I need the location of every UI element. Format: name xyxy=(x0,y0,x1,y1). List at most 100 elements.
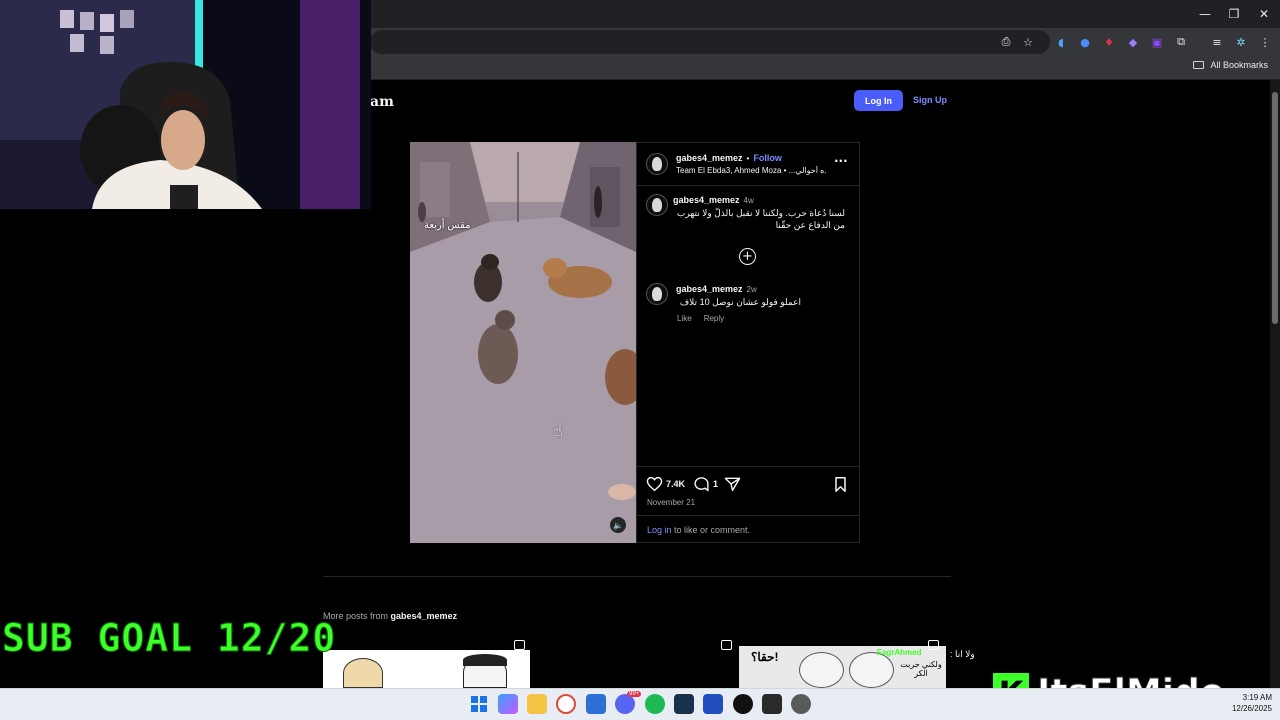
more-post-thumb-3[interactable]: حقا؟! FagrAhmed ولكني جربت الكر xyxy=(739,634,946,688)
protonvpn-icon[interactable] xyxy=(703,694,723,714)
scrollbar-thumb[interactable] xyxy=(1272,92,1278,324)
post-author-row: gabes4_memez • Follow xyxy=(676,153,782,163)
minimize-button[interactable]: — xyxy=(1190,0,1220,28)
footer-divider xyxy=(637,515,859,516)
extensions-puzzle-icon[interactable]: ⧉ xyxy=(1171,32,1191,52)
post-video[interactable]: مقس أربعة 🔈 xyxy=(410,142,636,543)
file-explorer-icon[interactable] xyxy=(527,694,547,714)
comment-meta: gabes4_memez 2w xyxy=(676,284,757,294)
extension-audio-icon[interactable]: ◖ xyxy=(1051,32,1071,52)
bookmark-icon[interactable] xyxy=(834,477,847,492)
like-count: 7.4K xyxy=(666,479,686,489)
mute-toggle-icon[interactable]: 🔈 xyxy=(610,517,626,533)
author-username[interactable]: gabes4_memez xyxy=(676,153,743,163)
login-button[interactable]: Log In xyxy=(854,90,903,111)
more-posts-heading: More posts from gabes4_memez xyxy=(323,611,457,621)
more-post-thumb-1[interactable] xyxy=(323,634,530,688)
actions-divider xyxy=(637,466,859,467)
all-bookmarks-label: All Bookmarks xyxy=(1210,60,1268,70)
login-prompt: Log in to like or comment. xyxy=(647,525,750,535)
comment-bubble-icon[interactable] xyxy=(693,476,710,492)
share-paper-plane-icon[interactable] xyxy=(724,476,741,492)
thumb-3-speech-2: ولكني جربت الكر xyxy=(900,660,942,678)
thumb-3-watermark: FagrAhmed xyxy=(877,648,922,657)
share-action[interactable] xyxy=(724,476,741,492)
comment-actions: Like Reply xyxy=(677,314,724,323)
caption-age: 4w xyxy=(743,195,754,205)
folder-icon xyxy=(1193,61,1205,69)
bookmark-star-icon[interactable]: ☆ xyxy=(1018,32,1038,52)
save-action[interactable] xyxy=(834,477,847,497)
comment-username[interactable]: gabes4_memez xyxy=(676,284,743,294)
load-more-comments-icon[interactable]: + xyxy=(739,248,756,265)
login-prompt-link[interactable]: Log in xyxy=(647,525,672,535)
reel-icon-3 xyxy=(928,640,939,650)
spotify-icon[interactable] xyxy=(645,694,665,714)
more-posts-divider xyxy=(323,576,951,577)
meme-caption-text: ولا انا : xyxy=(950,649,975,659)
site-logo[interactable]: am xyxy=(370,94,394,110)
restore-button[interactable]: ❐ xyxy=(1219,0,1249,28)
profile-icon[interactable]: ✲ xyxy=(1231,32,1251,52)
post-date: November 21 xyxy=(647,498,696,507)
extension-translate-icon[interactable]: ● xyxy=(1075,32,1095,52)
extension-twitch-icon[interactable]: ▣ xyxy=(1147,32,1167,52)
taskbar-clock[interactable]: 3:19 AM 12/26/2025 xyxy=(1226,692,1272,714)
reel-icon-2 xyxy=(721,640,732,650)
address-bar[interactable] xyxy=(370,30,1050,54)
extension-red-icon[interactable]: ♦ xyxy=(1099,32,1119,52)
settings-gear-icon[interactable] xyxy=(791,694,811,714)
windows-start-icon[interactable] xyxy=(469,694,489,714)
reel-icon-1 xyxy=(514,640,525,650)
copilot-icon[interactable] xyxy=(498,694,518,714)
audio-attribution[interactable]: Team El Ebda3, Ahmed Moza • ...ده أحوالي xyxy=(676,166,826,175)
separator-dot: • xyxy=(746,153,750,163)
more-options-icon[interactable]: ··· xyxy=(834,154,848,168)
hand-cursor-icon: ☝ xyxy=(553,421,563,440)
epic-games-icon[interactable] xyxy=(762,694,782,714)
header-divider xyxy=(637,185,859,186)
caption-text: لسنا دُعاة حرب. ولكننا لا نقبل بالذلّ ول… xyxy=(676,208,845,230)
author-avatar[interactable] xyxy=(646,153,668,175)
caption-avatar[interactable] xyxy=(646,194,668,216)
video-frame-illustration xyxy=(410,142,636,543)
clock-date: 12/26/2025 xyxy=(1231,704,1272,713)
discord-icon[interactable] xyxy=(615,694,635,714)
thumb-3-speech-1: حقا؟! xyxy=(751,650,779,664)
caption-username[interactable]: gabes4_memez xyxy=(673,195,740,205)
login-prompt-text: to like or comment. xyxy=(671,525,751,535)
media-queue-icon[interactable]: ≡ xyxy=(1207,32,1227,52)
comment-avatar[interactable] xyxy=(646,283,668,305)
more-posts-username[interactable]: gabes4_memez xyxy=(391,611,458,621)
thumb-3-face-1 xyxy=(799,652,844,688)
follow-button[interactable]: Follow xyxy=(753,153,782,163)
comment-action[interactable]: 1 xyxy=(693,476,718,492)
webcam-feed-illustration xyxy=(0,0,371,209)
webcam-overlay xyxy=(0,0,371,209)
comment-text: اعملو فولو عشان نوصل 10 تلاف xyxy=(679,297,801,307)
sub-goal-overlay: SUB GOAL 12/20 xyxy=(1,616,337,660)
thumb-1-hair xyxy=(463,654,507,666)
close-button[interactable]: ✕ xyxy=(1249,0,1279,28)
browser-menu-icon[interactable]: ⋮ xyxy=(1255,32,1275,52)
comment-reply-button[interactable]: Reply xyxy=(704,314,724,323)
all-bookmarks-button[interactable]: All Bookmarks xyxy=(1193,60,1268,70)
store-icon[interactable] xyxy=(586,694,606,714)
discord-badge: 99+ xyxy=(627,691,642,697)
clock-time: 3:19 AM xyxy=(1242,693,1272,702)
video-overlay-text: مقس أربعة xyxy=(424,220,471,231)
comment-like-button[interactable]: Like xyxy=(677,314,692,323)
signup-link[interactable]: Sign Up xyxy=(913,95,947,105)
heart-icon[interactable] xyxy=(646,476,663,492)
steam-icon[interactable] xyxy=(674,694,694,714)
install-app-icon[interactable]: ⎙ xyxy=(996,32,1016,52)
extension-purple-icon[interactable]: ◆ xyxy=(1123,32,1143,52)
more-post-thumb-2[interactable] xyxy=(531,634,738,688)
thumb-3-face-2 xyxy=(849,652,894,688)
chrome-icon[interactable] xyxy=(556,694,576,714)
caption-meta: gabes4_memez 4w xyxy=(673,195,754,205)
thumb-1-face-left xyxy=(343,658,383,688)
obs-icon[interactable] xyxy=(733,694,753,714)
comment-age: 2w xyxy=(746,284,757,294)
like-action[interactable]: 7.4K xyxy=(646,476,685,492)
